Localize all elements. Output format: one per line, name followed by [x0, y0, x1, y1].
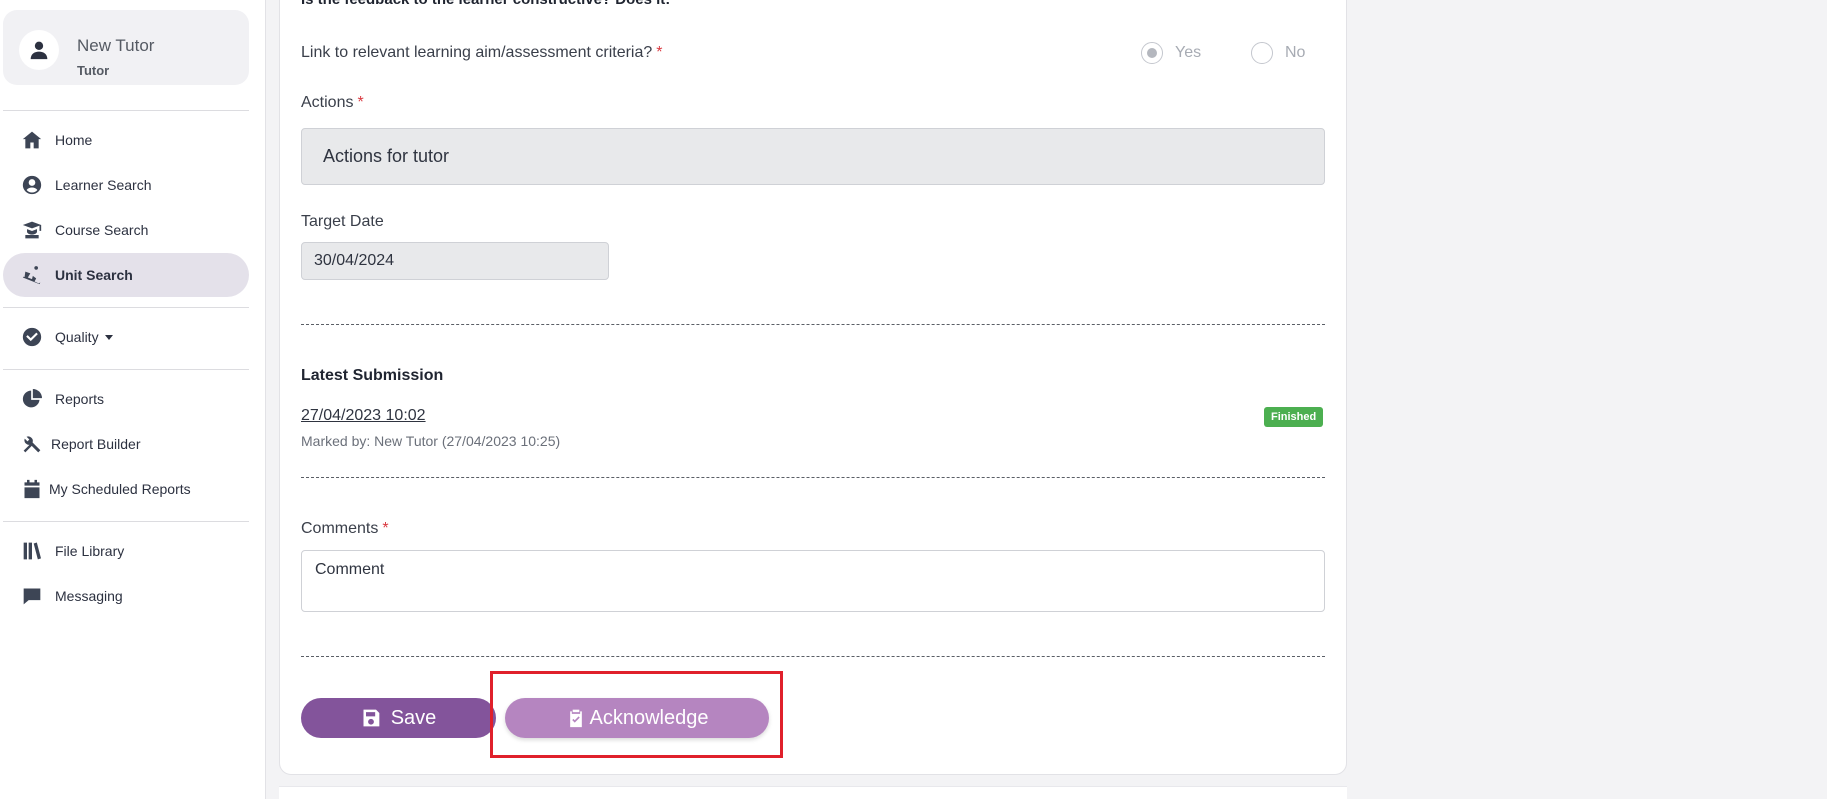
sidebar: New Tutor Tutor Home Learner Search Cour…: [0, 0, 266, 799]
save-icon: [363, 709, 380, 727]
sidebar-divider: [3, 369, 249, 370]
form-card: [279, 0, 1347, 775]
required-marker: *: [382, 520, 389, 537]
message-icon: [21, 585, 43, 607]
target-date-input[interactable]: 30/04/2024: [301, 242, 609, 280]
submission-date-link[interactable]: 27/04/2023 10:02: [301, 407, 426, 425]
comments-label: Comments *: [301, 520, 389, 538]
user-role: Tutor: [77, 63, 110, 78]
sidebar-item-scheduled-reports[interactable]: My Scheduled Reports: [3, 467, 249, 511]
sidebar-item-label: Quality: [55, 329, 99, 345]
save-button[interactable]: Save: [301, 698, 496, 738]
question-heading: Is the feedback to the learner construct…: [301, 0, 670, 8]
save-button-label: Save: [390, 706, 437, 729]
link-criteria-text: Link to relevant learning aim/assessment…: [301, 44, 653, 61]
actions-input[interactable]: Actions for tutor: [301, 128, 1325, 185]
marked-by-text: Marked by: New Tutor (27/04/2023 10:25): [301, 433, 561, 449]
sidebar-item-label: Messaging: [55, 588, 123, 604]
highlight-box: [490, 671, 783, 758]
radio-no[interactable]: No: [1251, 42, 1305, 64]
sidebar-item-file-library[interactable]: File Library: [3, 529, 249, 573]
section-divider: [301, 477, 1325, 478]
radio-no-circle[interactable]: [1251, 42, 1273, 64]
graduate-icon: [21, 219, 43, 241]
sidebar-item-unit-search[interactable]: Unit Search: [3, 253, 249, 297]
section-divider: [301, 656, 1325, 657]
latest-submission-title: Latest Submission: [301, 367, 444, 384]
sidebar-item-label: My Scheduled Reports: [49, 481, 191, 497]
sidebar-item-course-search[interactable]: Course Search: [3, 208, 249, 252]
books-icon: [21, 540, 43, 562]
avatar: [19, 30, 59, 70]
chevron-down-icon: [104, 334, 113, 340]
sidebar-item-quality[interactable]: Quality: [3, 315, 249, 359]
sidebar-item-label: Unit Search: [55, 267, 133, 283]
radio-yes-label: Yes: [1175, 44, 1202, 61]
sidebar-item-label: Reports: [55, 391, 105, 407]
required-marker: *: [656, 44, 663, 61]
tools-icon: [21, 433, 43, 455]
home-icon: [21, 129, 43, 151]
calendar-icon: [21, 478, 43, 500]
actions-label-text: Actions: [301, 94, 354, 111]
sidebar-item-label: Home: [55, 132, 93, 148]
sidebar-item-label: Report Builder: [51, 436, 141, 452]
user-icon: [30, 41, 48, 60]
required-marker: *: [357, 94, 364, 111]
sidebar-divider: [3, 307, 249, 308]
radio-yes-circle[interactable]: [1141, 42, 1163, 64]
user-name: New Tutor: [77, 36, 155, 55]
sidebar-item-messaging[interactable]: Messaging: [3, 574, 249, 618]
sidebar-item-label: Learner Search: [55, 177, 152, 193]
user-card[interactable]: New Tutor Tutor: [3, 10, 249, 85]
sidebar-item-home[interactable]: Home: [3, 118, 249, 162]
section-divider: [301, 324, 1325, 325]
sidebar-item-reports[interactable]: Reports: [3, 377, 249, 421]
comments-label-text: Comments: [301, 520, 379, 537]
radio-yes[interactable]: Yes: [1141, 42, 1201, 64]
check-circle-icon: [21, 326, 43, 348]
sidebar-item-learner-search[interactable]: Learner Search: [3, 163, 249, 207]
radio-no-label: No: [1285, 44, 1306, 61]
sidebar-divider: [3, 110, 249, 111]
sidebar-item-label: File Library: [55, 543, 125, 559]
link-criteria-label: Link to relevant learning aim/assessment…: [301, 44, 663, 62]
pie-chart-icon: [21, 388, 43, 410]
status-badge: Finished: [1264, 407, 1324, 427]
actions-label: Actions *: [301, 94, 364, 112]
sidebar-item-label: Course Search: [55, 222, 149, 238]
user-circle-icon: [21, 174, 43, 196]
sidebar-divider: [3, 521, 249, 522]
comments-input[interactable]: Comment: [301, 550, 1325, 612]
bottom-strip: [279, 786, 1347, 799]
target-date-label: Target Date: [301, 213, 384, 230]
sidebar-item-report-builder[interactable]: Report Builder: [3, 422, 249, 466]
skiing-icon: [21, 264, 43, 286]
